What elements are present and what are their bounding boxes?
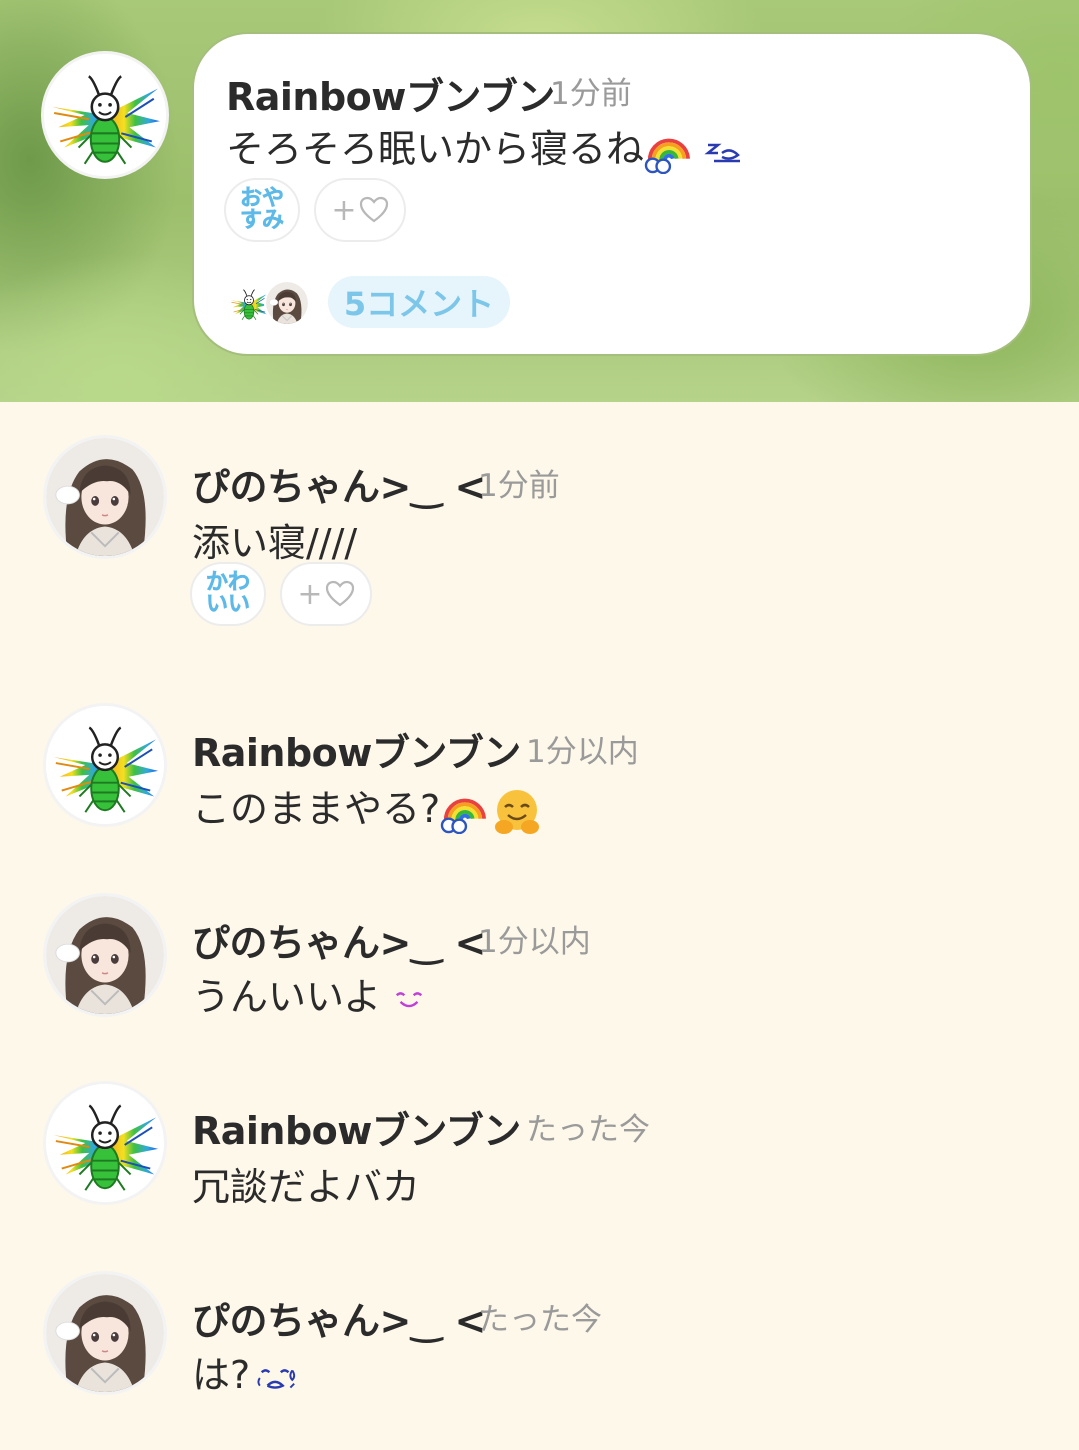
comment-author[interactable]: Rainbowブンブン xyxy=(192,1100,521,1155)
comments-count-button[interactable]: 5コメント xyxy=(328,276,510,328)
comment-avatar[interactable] xyxy=(46,706,164,824)
comment-author[interactable]: Rainbowブンブン xyxy=(192,722,521,777)
comment-time: 1分前 xyxy=(478,468,560,504)
commenter-avatar-1 xyxy=(228,282,270,324)
reaction-stamp-label: かわいい xyxy=(205,570,251,617)
comment-message: 冗談だよバカ xyxy=(192,1165,421,1209)
commenter-avatar-2 xyxy=(266,282,308,324)
smile-emoji-icon xyxy=(393,987,425,1013)
rainbow-emoji-icon xyxy=(440,790,488,834)
heart-outline-icon xyxy=(325,580,355,608)
girl-avatar-icon xyxy=(46,896,164,1014)
sweat-emoji-icon xyxy=(256,1362,298,1394)
comment-avatar[interactable] xyxy=(46,1274,164,1392)
girl-avatar-icon xyxy=(46,438,164,556)
add-reaction-plus: + xyxy=(297,576,323,612)
bug-avatar-icon xyxy=(228,282,270,324)
bug-avatar-icon xyxy=(46,1084,164,1202)
add-reaction-button[interactable]: + xyxy=(280,562,372,626)
post-message: そろそろ眠いから寝るね xyxy=(226,118,744,174)
add-reaction-plus: + xyxy=(331,192,357,228)
post-author-name[interactable]: Rainbowブンブン xyxy=(226,66,555,121)
girl-avatar-icon xyxy=(46,1274,164,1392)
reaction-stamp-label: おやすみ xyxy=(239,186,285,233)
comment-message: うんいいよ xyxy=(192,966,425,1021)
girl-avatar-icon xyxy=(266,282,308,324)
comment-time: たった今 xyxy=(478,1302,602,1338)
comment-time: 1分以内 xyxy=(526,734,639,770)
reaction-stamp-oyasumi[interactable]: おやすみ xyxy=(224,178,300,242)
reaction-stamp-kawaii[interactable]: かわいい xyxy=(190,562,266,626)
post-message-text: そろそろ眠いから寝るね xyxy=(226,127,645,171)
post-author-avatar[interactable] xyxy=(44,54,166,176)
comment-time: 1分以内 xyxy=(478,924,591,960)
comment-time: たった今 xyxy=(526,1112,650,1148)
comment-message: このままやる? xyxy=(192,778,542,837)
comment-message: 添い寝//// xyxy=(192,521,358,565)
bug-avatar-icon xyxy=(46,706,164,824)
post-time: 1分前 xyxy=(550,76,632,112)
comment-author[interactable]: ぴのちゃん>‿ < xyxy=(192,912,486,967)
comment-message-text: このままやる? xyxy=(192,787,441,831)
comment-message: は? xyxy=(192,1344,298,1399)
comment-author[interactable]: ぴのちゃん>‿ < xyxy=(192,1290,486,1345)
comment-avatar[interactable] xyxy=(46,438,164,556)
sleep-emoji-icon xyxy=(704,137,744,167)
hug-emoji-icon xyxy=(492,787,542,837)
post-card[interactable]: Rainbowブンブン 1分前 そろそろ眠いから寝るね おやすみ + 5コメント xyxy=(192,32,1032,356)
comment-avatar[interactable] xyxy=(46,896,164,1014)
comment-message-text: は? xyxy=(192,1353,251,1397)
comment-message-text: うんいいよ xyxy=(192,975,382,1019)
comment-avatar[interactable] xyxy=(46,1084,164,1202)
bug-avatar-icon xyxy=(44,54,166,176)
rainbow-emoji-icon xyxy=(644,130,692,174)
heart-outline-icon xyxy=(359,196,389,224)
comment-author[interactable]: ぴのちゃん>‿ < xyxy=(192,456,486,511)
post-banner: Rainbowブンブン 1分前 そろそろ眠いから寝るね おやすみ + 5コメント xyxy=(0,0,1079,402)
add-reaction-button[interactable]: + xyxy=(314,178,406,242)
